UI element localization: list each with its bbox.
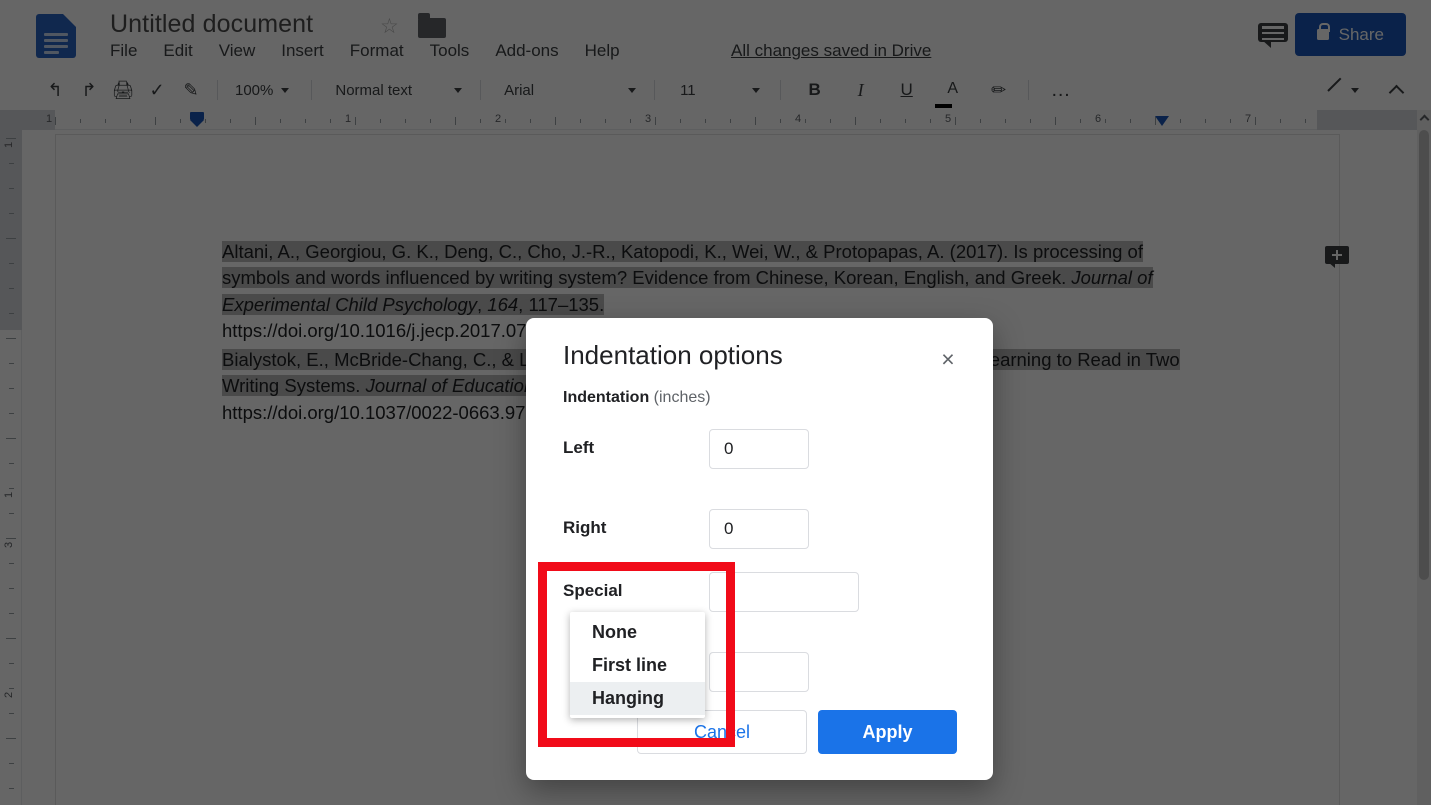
right-indent-input[interactable]: 0 (709, 509, 809, 549)
dialog-title: Indentation options (563, 340, 783, 370)
indentation-section-label: Indentation (inches) (563, 389, 711, 407)
left-indent-row: Left 0 (563, 429, 963, 469)
right-indent-label: Right (563, 518, 607, 537)
left-indent-input[interactable]: 0 (709, 429, 809, 469)
by-amount-input[interactable] (709, 652, 809, 692)
special-indent-select[interactable] (709, 572, 859, 612)
special-indent-dropdown-menu[interactable]: None First line Hanging (570, 612, 705, 718)
dropdown-option-first-line[interactable]: First line (570, 649, 705, 682)
left-indent-label: Left (563, 438, 595, 457)
special-indent-row: Special (563, 572, 963, 612)
special-indent-label: Special (563, 581, 623, 600)
dropdown-option-hanging[interactable]: Hanging (570, 682, 705, 715)
indentation-label-unit: (inches) (653, 389, 711, 406)
close-icon[interactable]: × (935, 346, 961, 372)
dropdown-option-none[interactable]: None (570, 616, 705, 649)
apply-button[interactable]: Apply (818, 710, 957, 754)
indentation-label-bold: Indentation (563, 389, 650, 406)
google-docs-window: Untitled document ☆ File Edit View Inser… (0, 0, 1431, 805)
right-indent-row: Right 0 (563, 509, 963, 549)
